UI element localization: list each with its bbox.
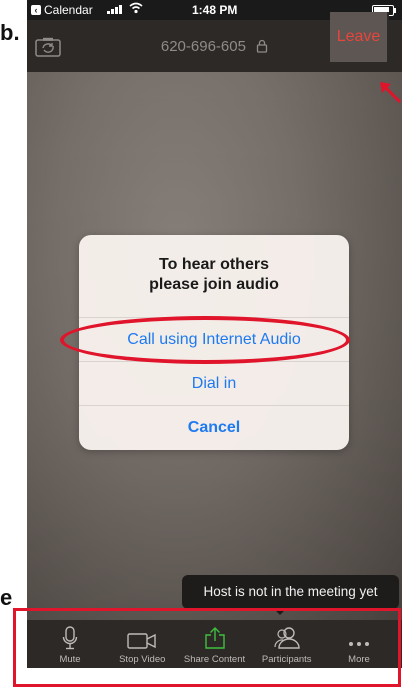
host-status-toast: Host is not in the meeting yet — [182, 575, 399, 615]
status-time: 1:48 PM — [192, 3, 238, 17]
dialog-title: To hear others please join audio — [79, 255, 349, 295]
meeting-id-text: 620-696-605 — [160, 38, 246, 55]
wifi-icon — [129, 2, 143, 14]
tutorial-step-letter: e — [0, 585, 13, 610]
tutorial-step-letter: b. — [0, 20, 20, 45]
back-to-app-link[interactable]: ‹ Calendar — [31, 3, 93, 17]
chevron-left-icon: ‹ — [31, 5, 41, 15]
annotation-arrow-icon — [380, 82, 402, 104]
dial-in-button[interactable]: Dial in — [79, 361, 349, 406]
back-app-label: Calendar — [44, 3, 93, 17]
signal-icon — [107, 5, 122, 14]
leave-button[interactable]: Leave — [330, 12, 389, 62]
annotation-rectangle — [13, 608, 401, 687]
dialog-title-line: please join audio — [149, 276, 279, 293]
annotation-ellipse — [60, 316, 350, 364]
cancel-button[interactable]: Cancel — [79, 405, 349, 450]
dialog-title-line: To hear others — [159, 256, 269, 273]
lock-icon — [256, 39, 268, 53]
